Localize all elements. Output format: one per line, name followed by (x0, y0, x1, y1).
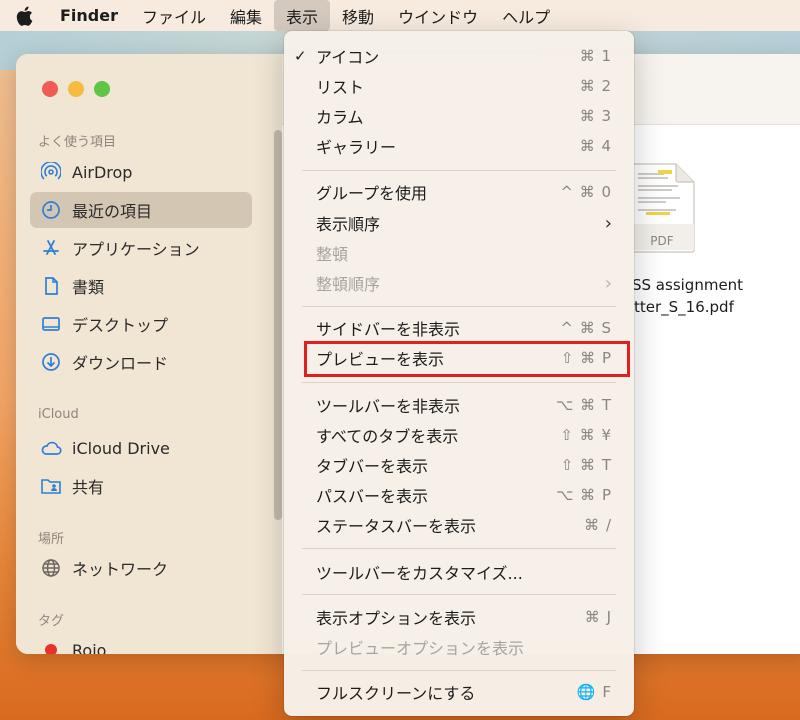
shortcut-label: ⌥ ⌘ T (556, 396, 612, 414)
apple-menu[interactable] (0, 0, 48, 31)
checkmark-icon: ✓ (294, 47, 307, 65)
shortcut-label: ⌘ J (584, 608, 612, 626)
sidebar-item-tag-rojo[interactable]: Rojo (30, 632, 252, 654)
menu-item-show-path-bar[interactable]: パスバーを表示 ⌥ ⌘ P (284, 481, 634, 509)
menu-bar: Finder ファイル 編集 表示 移動 ウインドウ ヘルプ (0, 0, 800, 31)
sidebar-item-icloud-drive[interactable]: iCloud Drive (30, 430, 252, 466)
sidebar: よく使う項目 AirDrop 最近の項目 アプリケーション 書類 デスクトップ … (16, 54, 282, 654)
sidebar-item-label: 最近の項目 (72, 202, 153, 221)
minimize-window-button[interactable] (68, 81, 84, 97)
document-icon (40, 275, 62, 297)
menu-help[interactable]: ヘルプ (490, 0, 562, 31)
menu-separator (302, 594, 616, 595)
shortcut-label: ⌘ 3 (579, 107, 612, 125)
menu-item-use-groups[interactable]: グループを使用 ^ ⌘ 0 (284, 178, 634, 206)
menu-item-hide-toolbar[interactable]: ツールバーを非表示 ⌥ ⌘ T (284, 391, 634, 419)
download-icon (40, 351, 62, 373)
shortcut-label: ⌥ ⌘ P (556, 486, 612, 504)
menu-item-list-view[interactable]: リスト ⌘ 2 (284, 72, 634, 100)
menu-separator (302, 670, 616, 671)
desktop-icon (40, 313, 62, 335)
network-icon (40, 557, 62, 579)
chevron-right-icon: › (604, 212, 612, 234)
sidebar-item-label: デスクトップ (72, 316, 169, 335)
sidebar-item-network[interactable]: ネットワーク (30, 550, 252, 586)
menu-separator (302, 306, 616, 307)
sidebar-item-downloads[interactable]: ダウンロード (30, 344, 252, 380)
menu-item-show-status-bar[interactable]: ステータスバーを表示 ⌘ / (284, 511, 634, 539)
menu-go[interactable]: 移動 (330, 0, 386, 31)
menu-item-sort-by[interactable]: 表示順序 › (284, 209, 634, 237)
clock-icon (40, 199, 62, 221)
highlight-box (304, 341, 630, 377)
shared-folder-icon (40, 475, 62, 497)
sidebar-item-label: AirDrop (72, 162, 133, 182)
shortcut-label: ⇧ ⌘ T (560, 456, 612, 474)
menu-separator (302, 548, 616, 549)
menu-item-show-preview-options: プレビューオプションを表示 (316, 639, 525, 658)
airdrop-icon (40, 161, 62, 183)
menu-item-clean-up-by: 整頓順序 › (316, 272, 612, 295)
shortcut-label: ⌘ / (584, 516, 612, 534)
menu-window[interactable]: ウインドウ (386, 0, 490, 31)
menu-item-show-all-tabs[interactable]: すべてのタブを表示 ⇧ ⌘ ¥ (284, 421, 634, 449)
sidebar-item-applications[interactable]: アプリケーション (30, 230, 252, 266)
tag-color-dot (40, 639, 62, 654)
menu-view[interactable]: 表示 (274, 0, 331, 31)
shortcut-label: ^ ⌘ 0 (560, 183, 612, 201)
section-favorites: よく使う項目 (38, 135, 117, 150)
sidebar-item-recents[interactable]: 最近の項目 (30, 192, 252, 228)
sidebar-item-label: ネットワーク (72, 560, 169, 579)
sidebar-item-airdrop[interactable]: AirDrop (30, 154, 252, 190)
menu-item-show-view-options[interactable]: 表示オプションを表示 ⌘ J (284, 603, 634, 631)
menu-item-gallery-view[interactable]: ギャラリー ⌘ 4 (284, 132, 634, 160)
cloud-icon (40, 437, 62, 459)
sidebar-item-desktop[interactable]: デスクトップ (30, 306, 252, 342)
shortcut-label: ^ ⌘ S (560, 319, 612, 337)
section-tags: タグ (38, 614, 65, 629)
pdf-file-icon[interactable]: PDF (628, 162, 696, 254)
section-icloud: iCloud (38, 407, 79, 422)
sidebar-item-label: 書類 (72, 278, 105, 297)
app-icon (40, 237, 62, 259)
apple-icon (16, 6, 32, 26)
sidebar-item-shared[interactable]: 共有 (30, 468, 252, 504)
menu-edit[interactable]: 編集 (218, 0, 274, 31)
pdf-type-label: PDF (650, 234, 674, 248)
menu-item-enter-full-screen[interactable]: フルスクリーンにする 🌐 F (284, 678, 634, 706)
shortcut-label: ⇧ ⌘ ¥ (560, 426, 612, 444)
menu-separator (302, 170, 616, 171)
sidebar-item-documents[interactable]: 書類 (30, 268, 252, 304)
menu-item-icon-view[interactable]: ✓ アイコン ⌘ 1 (284, 42, 634, 70)
sidebar-item-label: Rojo (72, 640, 107, 655)
chevron-right-icon: › (604, 272, 612, 294)
menu-item-clean-up: 整頓 (316, 245, 349, 264)
sidebar-item-label: ダウンロード (72, 354, 169, 373)
zoom-window-button[interactable] (94, 81, 110, 97)
sidebar-scrollbar[interactable] (274, 130, 282, 520)
shortcut-label: 🌐 F (576, 683, 612, 701)
shortcut-label: ⌘ 2 (579, 77, 612, 95)
menu-file[interactable]: ファイル (130, 0, 218, 31)
menu-separator (302, 382, 616, 383)
menu-item-column-view[interactable]: カラム ⌘ 3 (284, 102, 634, 130)
menu-item-hide-sidebar[interactable]: サイドバーを非表示 ^ ⌘ S (284, 314, 634, 342)
sidebar-item-label: 共有 (72, 478, 105, 497)
menu-item-customize-toolbar[interactable]: ツールバーをカスタマイズ... (284, 558, 634, 586)
section-locations: 場所 (38, 532, 65, 547)
close-window-button[interactable] (42, 81, 58, 97)
menu-item-show-tab-bar[interactable]: タブバーを表示 ⇧ ⌘ T (284, 451, 634, 479)
shortcut-label: ⌘ 4 (579, 137, 612, 155)
shortcut-label: ⌘ 1 (579, 47, 612, 65)
sidebar-item-label: iCloud Drive (72, 438, 170, 458)
sidebar-item-label: アプリケーション (72, 240, 200, 259)
menu-app-finder[interactable]: Finder (48, 0, 130, 31)
